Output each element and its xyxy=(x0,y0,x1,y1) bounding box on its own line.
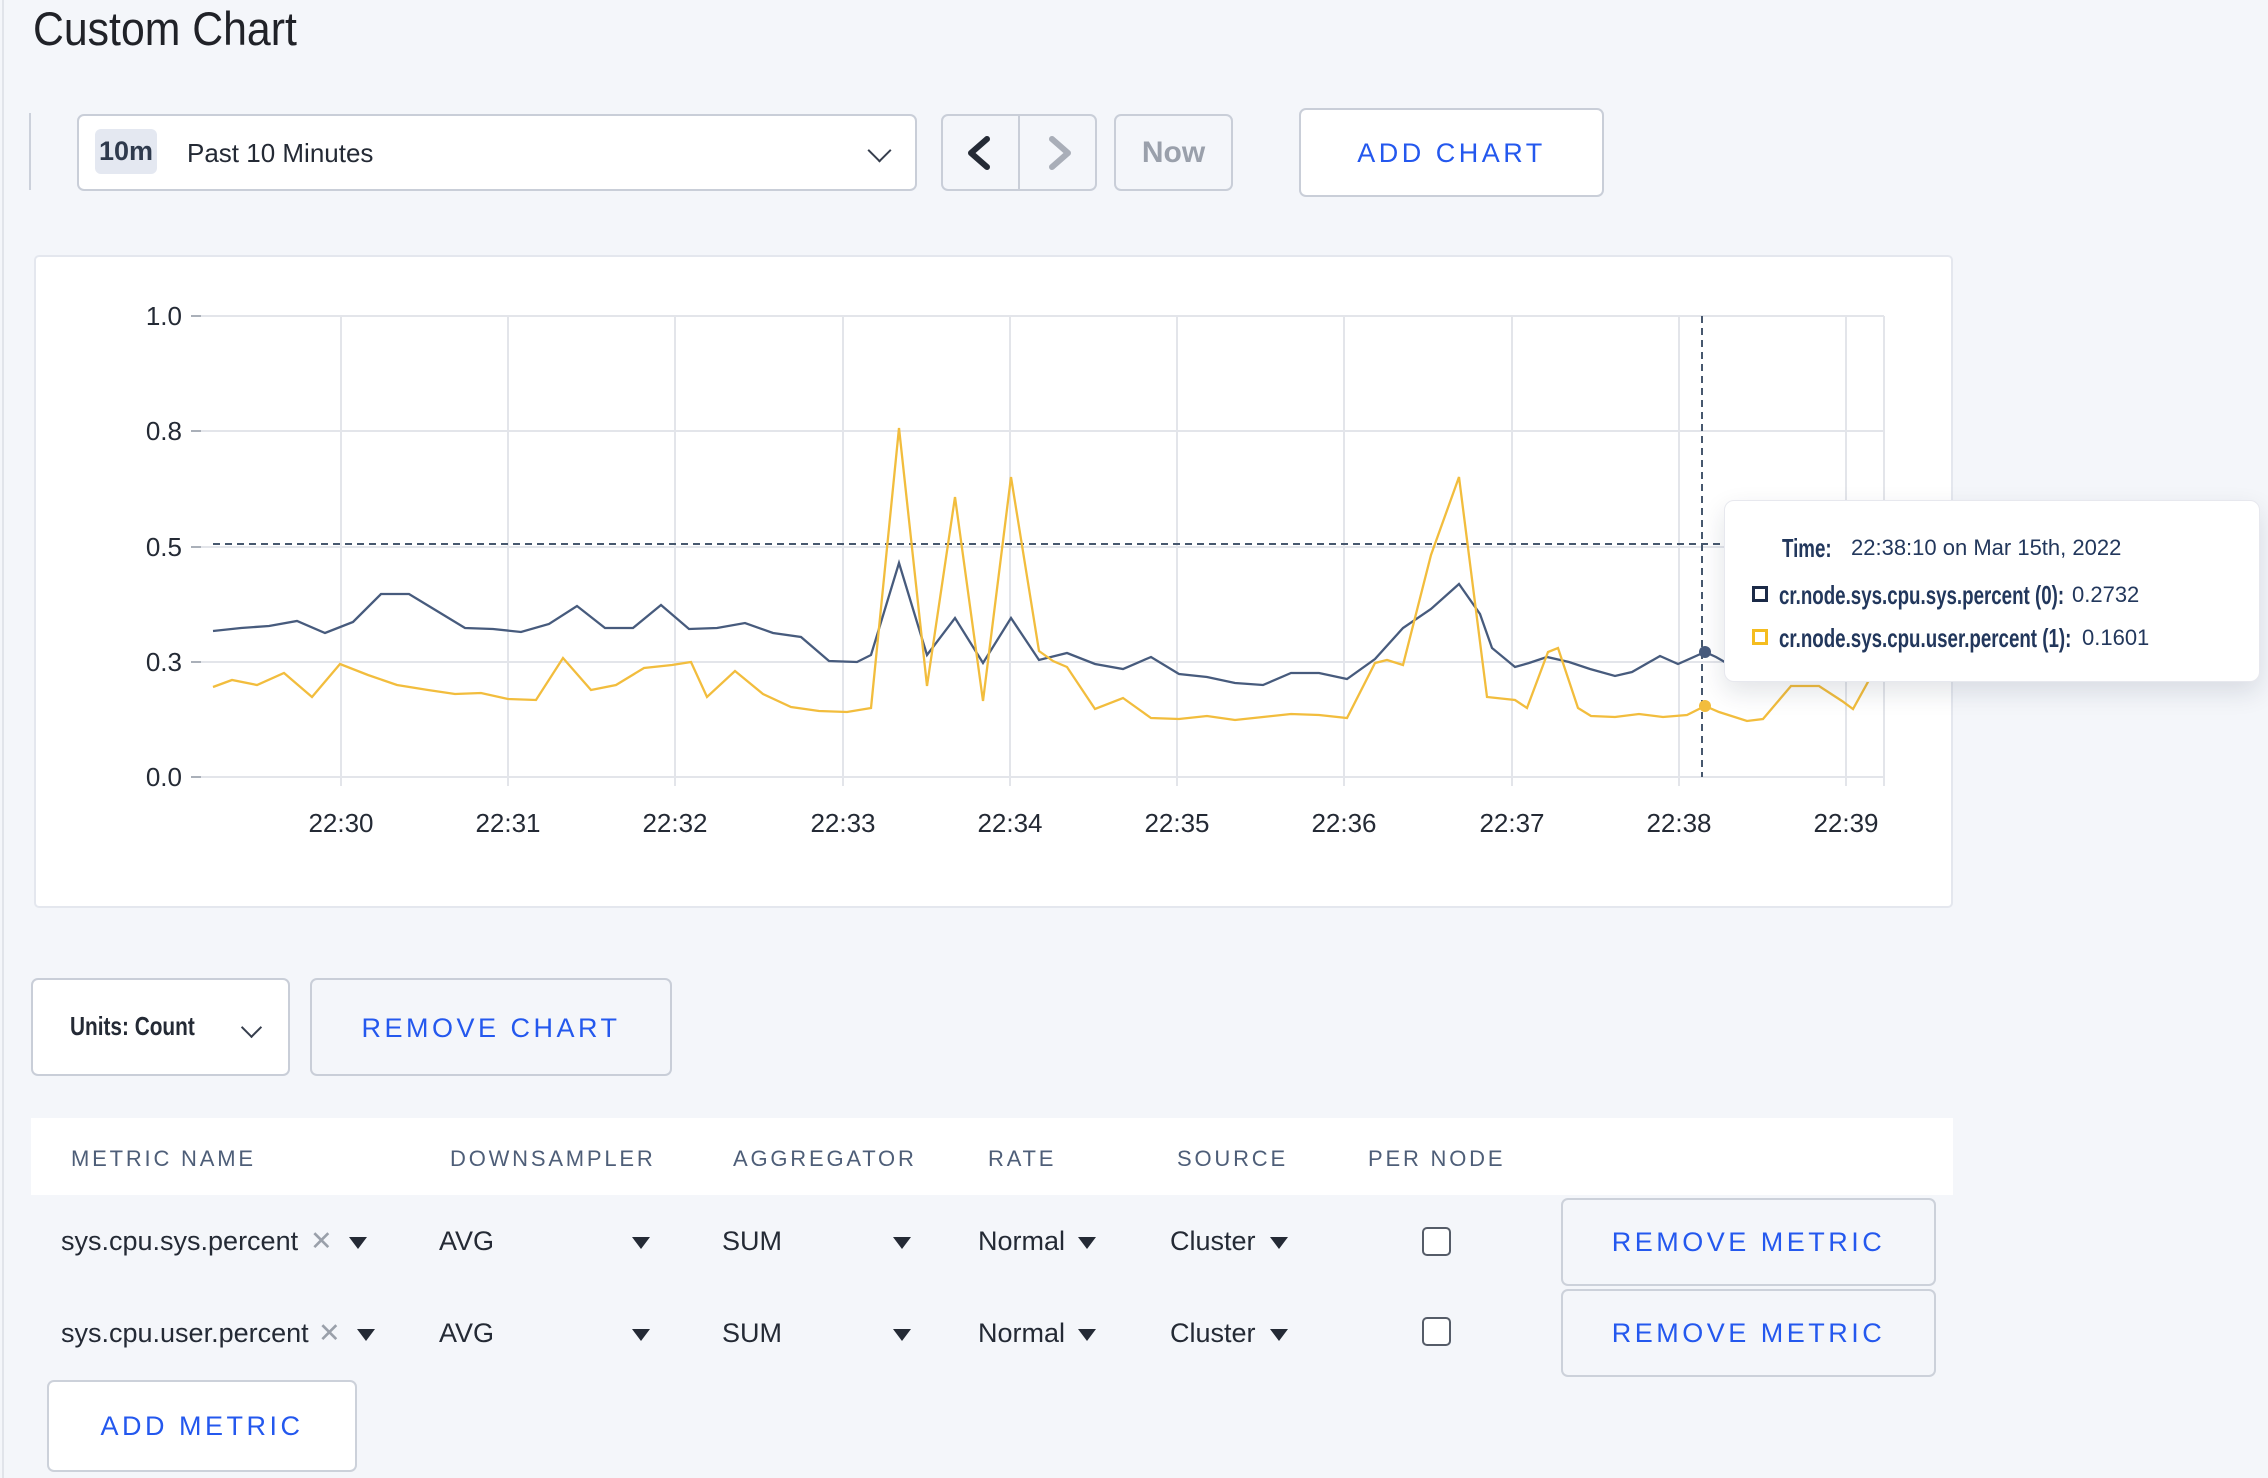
svg-text:22:31: 22:31 xyxy=(475,808,540,838)
svg-text:22:36: 22:36 xyxy=(1311,808,1376,838)
svg-text:1.0: 1.0 xyxy=(146,301,182,331)
svg-text:22:30: 22:30 xyxy=(308,808,373,838)
svg-text:22:37: 22:37 xyxy=(1479,808,1544,838)
svg-text:0.8: 0.8 xyxy=(146,416,182,446)
svg-text:22:34: 22:34 xyxy=(977,808,1042,838)
svg-text:0.0: 0.0 xyxy=(146,762,182,792)
svg-text:0.5: 0.5 xyxy=(146,532,182,562)
svg-text:22:39: 22:39 xyxy=(1813,808,1878,838)
svg-text:22:33: 22:33 xyxy=(810,808,875,838)
svg-text:22:32: 22:32 xyxy=(642,808,707,838)
svg-text:0.3: 0.3 xyxy=(146,647,182,677)
svg-text:22:35: 22:35 xyxy=(1144,808,1209,838)
svg-text:22:38: 22:38 xyxy=(1646,808,1711,838)
